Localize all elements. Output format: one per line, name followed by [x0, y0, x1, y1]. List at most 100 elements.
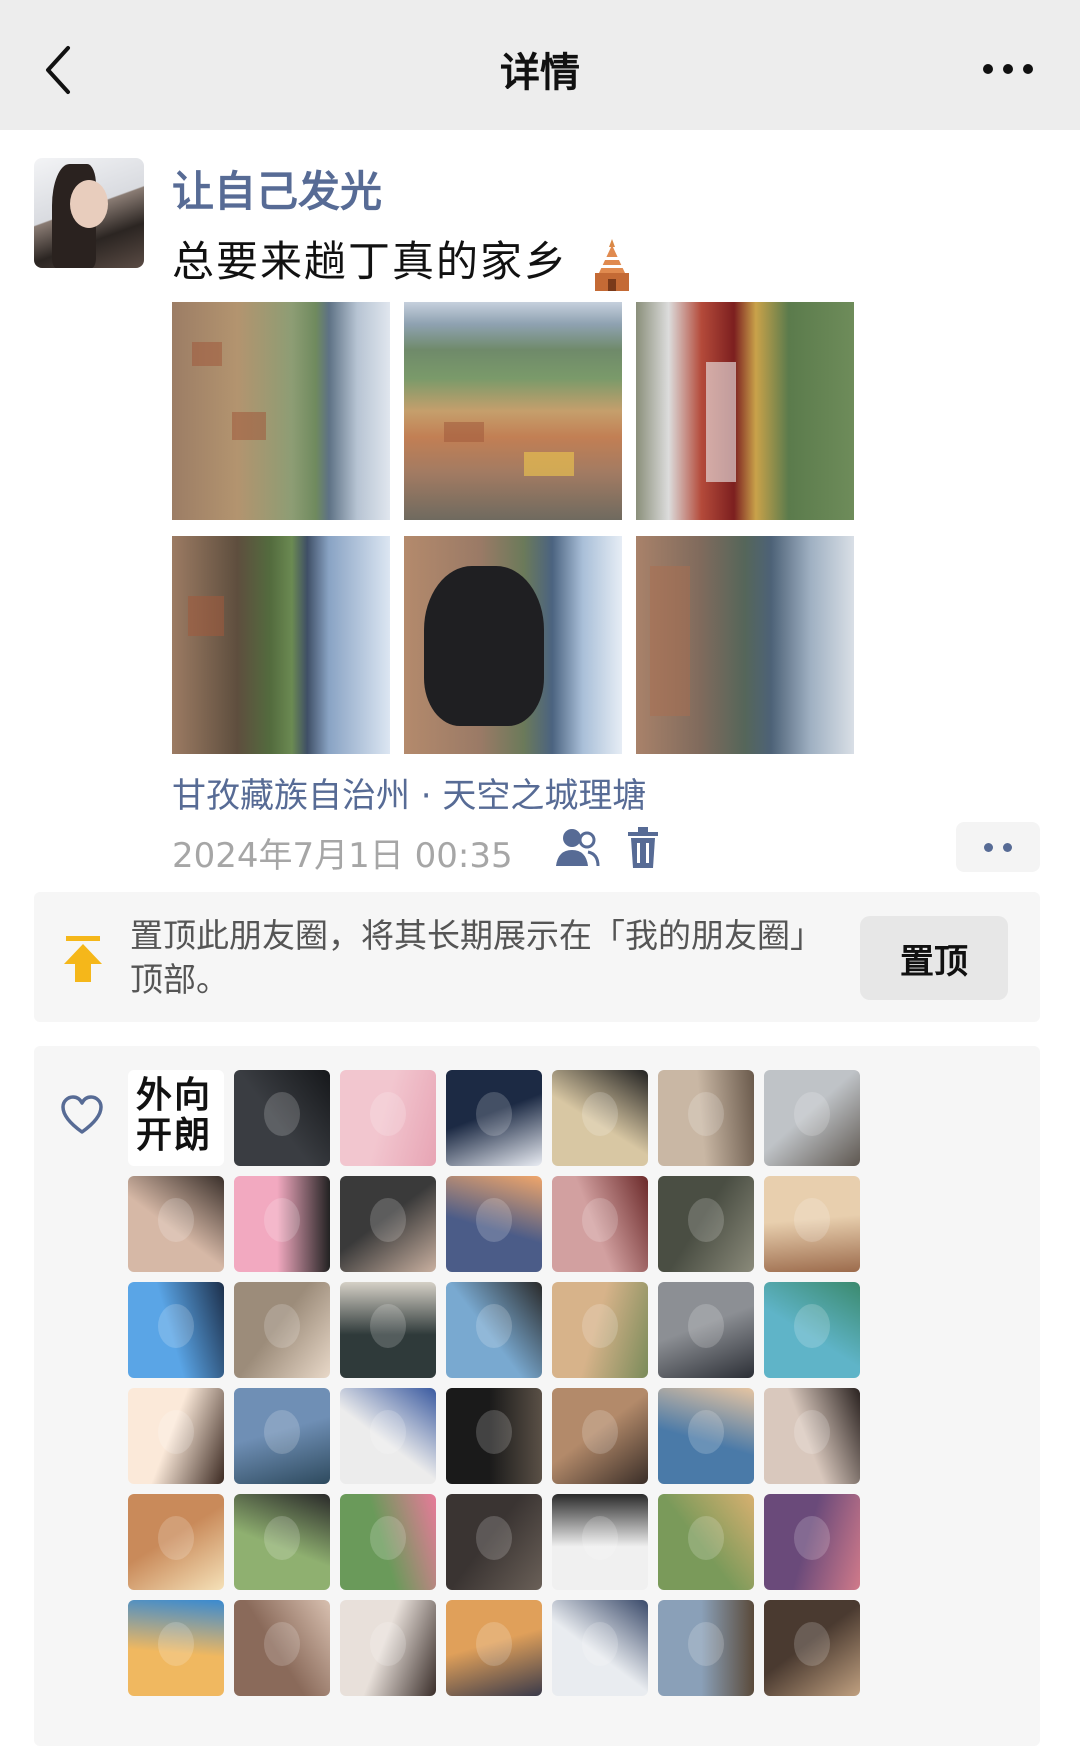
author-name[interactable]: 让自己发光	[172, 158, 382, 219]
avatar-figure	[476, 1516, 512, 1560]
avatar-figure	[794, 1622, 830, 1666]
photo-detail	[650, 566, 690, 716]
liker-avatar[interactable]	[234, 1600, 330, 1696]
liker-avatar[interactable]	[764, 1494, 860, 1590]
avatar-figure	[370, 1516, 406, 1560]
trash-icon[interactable]	[626, 826, 660, 870]
liker-avatar[interactable]	[552, 1282, 648, 1378]
avatar-figure	[476, 1198, 512, 1242]
avatar-figure	[688, 1516, 724, 1560]
liker-avatar[interactable]	[340, 1388, 436, 1484]
avatar-figure	[158, 1410, 194, 1454]
author-avatar[interactable]	[34, 158, 144, 268]
post-location[interactable]: 甘孜藏族自治州 · 天空之城理塘	[172, 768, 646, 817]
avatar-figure	[794, 1410, 830, 1454]
liker-avatar[interactable]	[658, 1600, 754, 1696]
liker-avatar[interactable]	[234, 1176, 330, 1272]
liker-avatar[interactable]	[552, 1494, 648, 1590]
liker-avatar[interactable]	[340, 1494, 436, 1590]
avatar-figure	[476, 1092, 512, 1136]
liker-avatar[interactable]	[764, 1176, 860, 1272]
visibility-people-icon[interactable]	[554, 826, 600, 870]
photo-5[interactable]	[404, 536, 622, 754]
liker-avatar[interactable]	[340, 1176, 436, 1272]
avatar-figure	[264, 1622, 300, 1666]
liker-avatar[interactable]	[658, 1070, 754, 1166]
liker-avatar[interactable]	[234, 1282, 330, 1378]
liker-avatar[interactable]	[128, 1388, 224, 1484]
liker-avatar[interactable]	[340, 1282, 436, 1378]
avatar-figure	[582, 1516, 618, 1560]
photo-4[interactable]	[172, 536, 390, 754]
photo-person	[424, 566, 544, 726]
photo-1[interactable]	[172, 302, 390, 520]
photo-detail	[444, 422, 484, 442]
liker-avatar[interactable]	[446, 1282, 542, 1378]
liker-avatar[interactable]	[764, 1388, 860, 1484]
pin-description: 置顶此朋友圈，将其长期展示在「我的朋友圈」顶部。	[130, 916, 807, 999]
avatar-figure	[582, 1410, 618, 1454]
pagoda-emoji-icon	[595, 238, 630, 291]
liker-avatar[interactable]	[446, 1600, 542, 1696]
liker-avatar[interactable]	[658, 1494, 754, 1590]
avatar-figure	[794, 1516, 830, 1560]
avatar-figure	[582, 1092, 618, 1136]
photo-detail	[706, 362, 736, 482]
avatar-figure	[582, 1304, 618, 1348]
liker-avatar[interactable]	[128, 1176, 224, 1272]
avatar-figure	[794, 1304, 830, 1348]
avatar-figure	[688, 1410, 724, 1454]
post-text: 总要来趟丁真的家乡	[172, 228, 633, 293]
liker-avatar[interactable]	[340, 1600, 436, 1696]
liker-avatar[interactable]	[446, 1388, 542, 1484]
liker-avatar[interactable]	[552, 1600, 648, 1696]
photo-2[interactable]	[404, 302, 622, 520]
liker-avatar[interactable]	[764, 1282, 860, 1378]
photo-detail	[524, 452, 574, 476]
page-title: 详情	[500, 50, 580, 96]
avatar-figure	[158, 1198, 194, 1242]
avatar-figure	[370, 1304, 406, 1348]
liker-avatar[interactable]	[128, 1600, 224, 1696]
liker-avatar[interactable]	[446, 1176, 542, 1272]
pin-top-icon	[64, 936, 102, 982]
more-options-icon[interactable]	[980, 54, 1036, 84]
liker-avatar[interactable]	[658, 1282, 754, 1378]
photo-6[interactable]	[636, 536, 854, 754]
liker-avatar[interactable]	[234, 1494, 330, 1590]
pin-to-top-panel: 置顶此朋友圈，将其长期展示在「我的朋友圈」顶部。 置顶	[34, 892, 1040, 1022]
liker-avatar[interactable]	[658, 1176, 754, 1272]
post-text-content: 总要来趟丁真的家乡	[172, 237, 569, 286]
avatar-figure	[264, 1304, 300, 1348]
avatar-figure	[370, 1622, 406, 1666]
liker-avatar[interactable]	[658, 1388, 754, 1484]
liker-avatar[interactable]	[446, 1494, 542, 1590]
liker-avatar[interactable]	[552, 1388, 648, 1484]
dot-icon	[1003, 843, 1012, 852]
avatar-figure	[370, 1410, 406, 1454]
liker-avatar[interactable]	[234, 1070, 330, 1166]
heart-icon	[61, 1095, 103, 1134]
liker-avatar[interactable]	[128, 1494, 224, 1590]
liker-avatar[interactable]	[764, 1070, 860, 1166]
navigation-bar: 详情	[0, 0, 1080, 130]
liker-avatar[interactable]	[552, 1176, 648, 1272]
avatar-figure	[264, 1198, 300, 1242]
pin-button[interactable]: 置顶	[860, 916, 1008, 1000]
comment-like-menu-button[interactable]	[956, 822, 1040, 872]
liker-avatar[interactable]	[552, 1070, 648, 1166]
liker-avatar[interactable]	[446, 1070, 542, 1166]
liker-avatar-text[interactable]: 外向开朗	[128, 1070, 224, 1166]
liker-avatar[interactable]	[234, 1388, 330, 1484]
liker-avatar[interactable]	[128, 1282, 224, 1378]
avatar-figure	[264, 1410, 300, 1454]
photo-detail	[192, 342, 222, 366]
photo-3[interactable]	[636, 302, 854, 520]
photo-detail	[188, 596, 224, 636]
avatar-figure	[264, 1516, 300, 1560]
avatar-face	[70, 180, 108, 228]
avatar-figure	[794, 1092, 830, 1136]
liker-avatar[interactable]	[340, 1070, 436, 1166]
liker-avatar[interactable]	[764, 1600, 860, 1696]
avatar-figure	[476, 1410, 512, 1454]
